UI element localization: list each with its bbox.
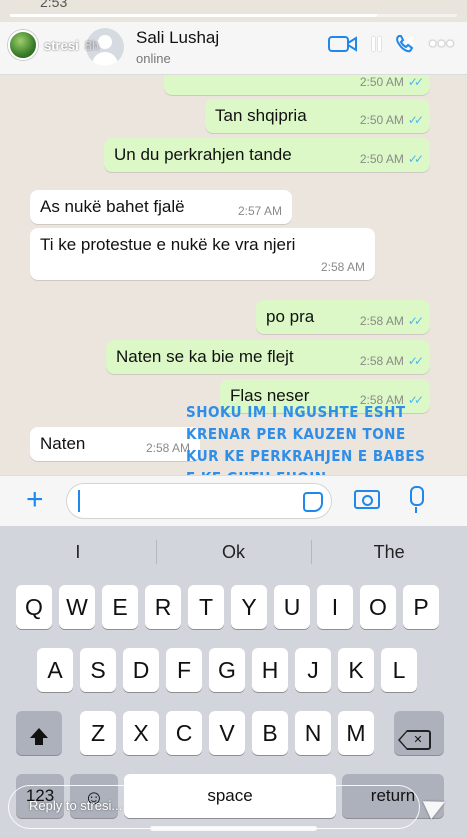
message-bubble-outgoing[interactable]: Tan shqipria 2:50 AM ✓✓	[205, 99, 430, 133]
video-call-icon[interactable]	[327, 34, 358, 54]
message-bubble-incoming[interactable]: Naten 2:58 AM	[30, 427, 200, 461]
key-a[interactable]: A	[37, 648, 73, 692]
instagram-story-frame: 2:53 Sali Lushaj online stresi 8h ••• 2:…	[0, 0, 467, 837]
story-user[interactable]: stresi 8h	[8, 30, 99, 60]
story-username[interactable]: stresi	[44, 38, 79, 53]
read-receipt-icon: ✓✓	[407, 354, 424, 368]
key-h[interactable]: H	[252, 648, 288, 692]
key-g[interactable]: G	[209, 648, 245, 692]
read-receipt-icon: ✓✓	[407, 314, 424, 328]
suggestion-2[interactable]: Ok	[155, 526, 312, 578]
key-q[interactable]: Q	[16, 585, 52, 629]
chat-area: 2:50 AM ✓✓ Tan shqipria 2:50 AM ✓✓ Un du p…	[0, 75, 467, 475]
read-receipt-icon: ✓✓	[407, 152, 424, 166]
story-age: 8h	[84, 37, 100, 53]
contact-status: online	[136, 51, 171, 66]
key-j[interactable]: J	[295, 648, 331, 692]
key-n[interactable]: N	[295, 711, 331, 755]
status-bar-time: 2:53	[40, 0, 68, 10]
key-w[interactable]: W	[59, 585, 95, 629]
story-avatar[interactable]	[8, 30, 38, 60]
key-z[interactable]: Z	[80, 711, 116, 755]
key-v[interactable]: V	[209, 711, 245, 755]
key-s[interactable]: S	[80, 648, 116, 692]
message-input-bar: +	[0, 475, 467, 526]
key-y[interactable]: Y	[231, 585, 267, 629]
home-indicator	[150, 826, 317, 831]
key-x[interactable]: X	[123, 711, 159, 755]
story-reply-input[interactable]: Reply to stresi...	[8, 785, 420, 829]
keyboard-row-1: Q W E R T Y U I O P	[0, 585, 467, 629]
story-reply-placeholder: Reply to stresi...	[29, 798, 123, 813]
key-l[interactable]: L	[381, 648, 417, 692]
microphone-icon[interactable]	[410, 486, 424, 513]
shift-key[interactable]	[16, 711, 62, 755]
message-bubble-outgoing[interactable]: po pra 2:58 AM ✓✓	[256, 300, 430, 334]
key-p[interactable]: P	[403, 585, 439, 629]
key-o[interactable]: O	[360, 585, 396, 629]
message-bubble-outgoing[interactable]: 2:50 AM ✓✓	[164, 75, 430, 95]
key-r[interactable]: R	[145, 585, 181, 629]
key-f[interactable]: F	[166, 648, 202, 692]
plus-icon[interactable]: +	[26, 485, 44, 515]
phone-icon[interactable]	[395, 34, 415, 54]
read-receipt-icon: ✓✓	[407, 113, 424, 127]
key-m[interactable]: M	[338, 711, 374, 755]
story-progress-bar	[10, 14, 457, 17]
backspace-icon: ✕	[398, 730, 431, 750]
message-bubble-incoming[interactable]: As nukë bahet fjalë 2:57 AM	[30, 190, 292, 224]
text-caret	[78, 490, 80, 512]
read-receipt-icon: ✓✓	[407, 75, 424, 89]
keyboard-row-2: A S D F G H J K L	[0, 648, 467, 692]
message-bubble-incoming[interactable]: Ti ke protestue e nukë ke vra njeri 2:58…	[30, 228, 375, 280]
predictive-bar: I Ok The	[0, 526, 467, 578]
key-b[interactable]: B	[252, 711, 288, 755]
key-u[interactable]: U	[274, 585, 310, 629]
key-e[interactable]: E	[102, 585, 138, 629]
message-input[interactable]	[66, 483, 332, 519]
keyboard-row-3: Z X C V B N M ✕	[0, 711, 467, 755]
message-bubble-outgoing[interactable]: Un du perkrahjen tande 2:50 AM ✓✓	[104, 138, 430, 172]
key-d[interactable]: D	[123, 648, 159, 692]
key-t[interactable]: T	[188, 585, 224, 629]
story-progress-fill	[10, 14, 377, 17]
pause-icon[interactable]	[371, 37, 381, 51]
shift-icon	[30, 728, 48, 745]
backspace-key[interactable]: ✕	[394, 711, 444, 755]
message-bubble-outgoing[interactable]: Naten se ka bie me flejt 2:58 AM ✓✓	[106, 340, 430, 374]
more-icon[interactable]: •••	[429, 33, 455, 55]
key-c[interactable]: C	[166, 711, 202, 755]
header-actions: •••	[327, 33, 455, 55]
camera-icon[interactable]	[354, 490, 380, 509]
sticker-icon[interactable]	[303, 492, 323, 512]
suggestion-3[interactable]: The	[311, 526, 467, 578]
story-text-overlay: SHOKU IM I NGUSHTE ESHT KRENAR PER KAUZE…	[186, 403, 426, 475]
contact-name[interactable]: Sali Lushaj	[136, 28, 219, 48]
key-k[interactable]: K	[338, 648, 374, 692]
suggestion-1[interactable]: I	[0, 526, 156, 578]
key-i[interactable]: I	[317, 585, 353, 629]
